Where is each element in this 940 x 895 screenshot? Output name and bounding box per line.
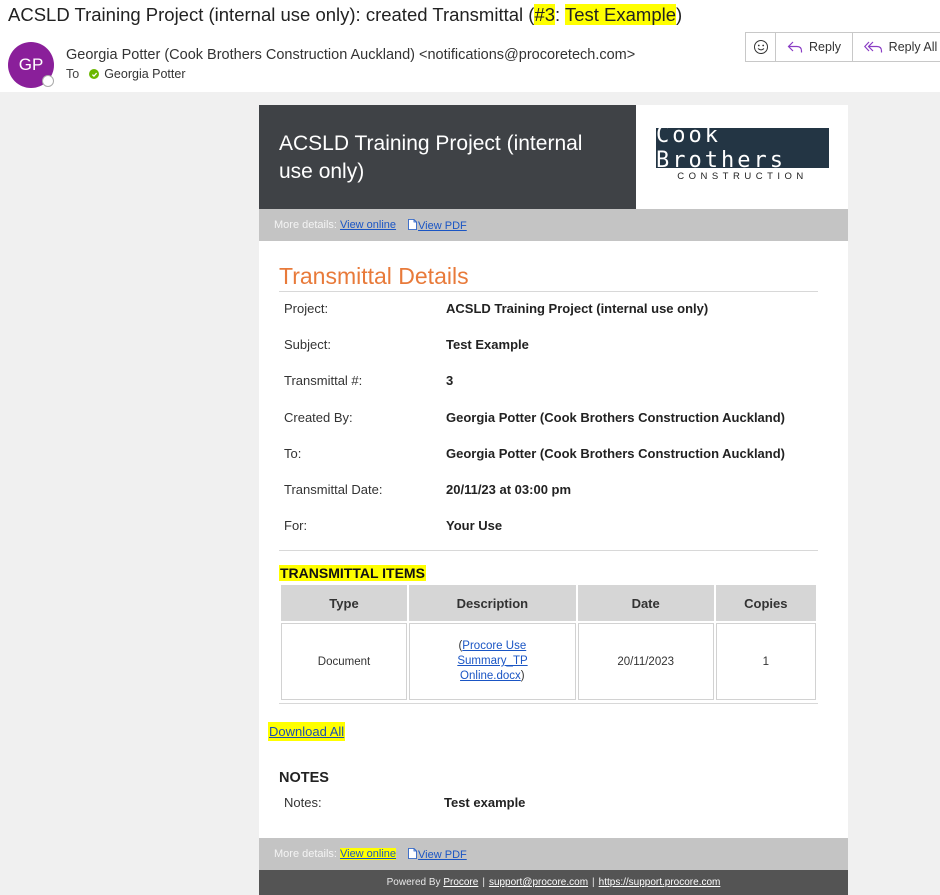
reply-button[interactable]: Reply: [776, 33, 853, 61]
cell-copies: 1: [715, 623, 816, 700]
field-value-created-by: Georgia Potter (Cook Brothers Constructi…: [446, 410, 785, 425]
divider: [279, 291, 818, 292]
transmittal-items-table: Type Description Date Copies Document (P…: [279, 583, 818, 702]
emoji-reaction-button[interactable]: [746, 33, 776, 61]
cell-type: Document: [281, 623, 407, 700]
field-label-transmittal-date: Transmittal Date:: [284, 482, 383, 497]
recipient-name[interactable]: Georgia Potter: [104, 67, 185, 81]
cell-description: (Procore Use Summary_TP Online.docx): [409, 623, 576, 700]
powered-by-text: Powered By: [386, 877, 441, 888]
reply-all-arrow-icon: [863, 41, 882, 53]
procore-link[interactable]: Procore: [443, 877, 478, 888]
email-footer: Powered By Procore | support@procore.com | h…: [259, 870, 848, 895]
reply-label: Reply: [809, 40, 841, 54]
table-header-row: Type Description Date Copies: [281, 585, 816, 621]
field-value-project: ACSLD Training Project (internal use onl…: [446, 301, 709, 316]
field-value-transmittal-number: 3: [446, 373, 454, 388]
subject-prefix: ACSLD Training Project (internal use onl…: [8, 4, 535, 25]
field-value-for: Your Use: [446, 518, 503, 533]
cell-date: 20/11/2023: [577, 623, 714, 700]
banner-title-panel: ACSLD Training Project (internal use onl…: [259, 105, 636, 209]
banner-project-title: ACSLD Training Project (internal use onl…: [279, 132, 583, 183]
column-header-type: Type: [281, 585, 407, 621]
field-label-for: For:: [284, 518, 308, 533]
notes-value: Test example: [444, 795, 526, 810]
support-site-link[interactable]: https://support.procore.com: [599, 877, 721, 888]
more-details-bar-top: More details: View online View PDF: [259, 209, 848, 241]
subject-colon: :: [555, 4, 565, 25]
view-pdf-link-wrap[interactable]: View PDF: [408, 218, 467, 232]
more-details-label: More details:: [274, 848, 337, 860]
message-actions: Reply Reply All: [745, 32, 940, 62]
view-online-link[interactable]: View online: [340, 219, 396, 231]
field-value-transmittal-date: 20/11/23 at 03:00 pm: [446, 482, 572, 497]
description-close-paren: ): [520, 670, 525, 682]
table-row: Document (Procore Use Summary_TP Online.…: [281, 623, 816, 700]
email-subject: ACSLD Training Project (internal use onl…: [8, 4, 682, 26]
footer-separator: |: [482, 877, 485, 888]
column-header-description: Description: [409, 585, 576, 621]
transmittal-details-title: Transmittal Details: [279, 263, 469, 289]
recipients-row: To Georgia Potter: [66, 67, 186, 81]
field-label-subject: Subject:: [284, 337, 331, 352]
field-label-created-by: Created By:: [284, 410, 353, 425]
divider: [279, 550, 818, 551]
to-label: To: [66, 67, 80, 81]
view-pdf-link[interactable]: View PDF: [418, 849, 467, 861]
transmittal-email-card: ACSLD Training Project (internal use onl…: [259, 105, 848, 895]
subject-suffix: ): [676, 4, 683, 25]
company-logo-subtitle: CONSTRUCTION: [677, 171, 808, 182]
divider: [279, 703, 818, 704]
notes-title: NOTES: [279, 770, 329, 786]
available-check-icon: [89, 69, 100, 79]
field-value-to: Georgia Potter (Cook Brothers Constructi…: [446, 446, 785, 461]
email-banner: ACSLD Training Project (internal use onl…: [259, 105, 848, 209]
column-header-date: Date: [577, 585, 714, 621]
field-label-to: To:: [284, 446, 302, 461]
view-pdf-link-wrap[interactable]: View PDF: [408, 847, 467, 861]
attachment-link[interactable]: Procore Use Summary_TP Online.docx: [457, 640, 527, 682]
field-label-project: Project:: [284, 301, 329, 316]
view-online-link[interactable]: View online: [339, 848, 397, 860]
notes-label: Notes:: [284, 795, 322, 810]
support-email-link[interactable]: support@procore.com: [489, 877, 588, 888]
reply-all-label: Reply All: [888, 40, 938, 54]
document-icon: [408, 218, 417, 230]
reply-arrow-icon: [787, 41, 803, 53]
smiley-icon: [753, 40, 768, 54]
avatar-initials: GP: [18, 55, 44, 74]
download-all-link[interactable]: Download All: [268, 722, 346, 741]
column-header-copies: Copies: [715, 585, 816, 621]
field-value-subject: Test Example: [446, 337, 529, 352]
presence-status-icon: [42, 75, 54, 87]
footer-separator: |: [592, 877, 595, 888]
transmittal-items-title: TRANSMITTAL ITEMS: [279, 565, 426, 581]
reply-all-button[interactable]: Reply All: [853, 33, 940, 61]
view-pdf-link[interactable]: View PDF: [418, 220, 467, 232]
more-details-bar-bottom: More details: View online View PDF: [259, 838, 848, 870]
more-details-label: More details:: [274, 219, 337, 231]
company-logo: Cook Brothers: [656, 123, 829, 173]
subject-number: #3: [534, 4, 556, 25]
subject-title: Test Example: [564, 4, 677, 25]
field-label-transmittal-number: Transmittal #:: [284, 373, 363, 388]
document-icon: [408, 847, 417, 859]
sender-name[interactable]: Georgia Potter (Cook Brothers Constructi…: [66, 47, 635, 63]
